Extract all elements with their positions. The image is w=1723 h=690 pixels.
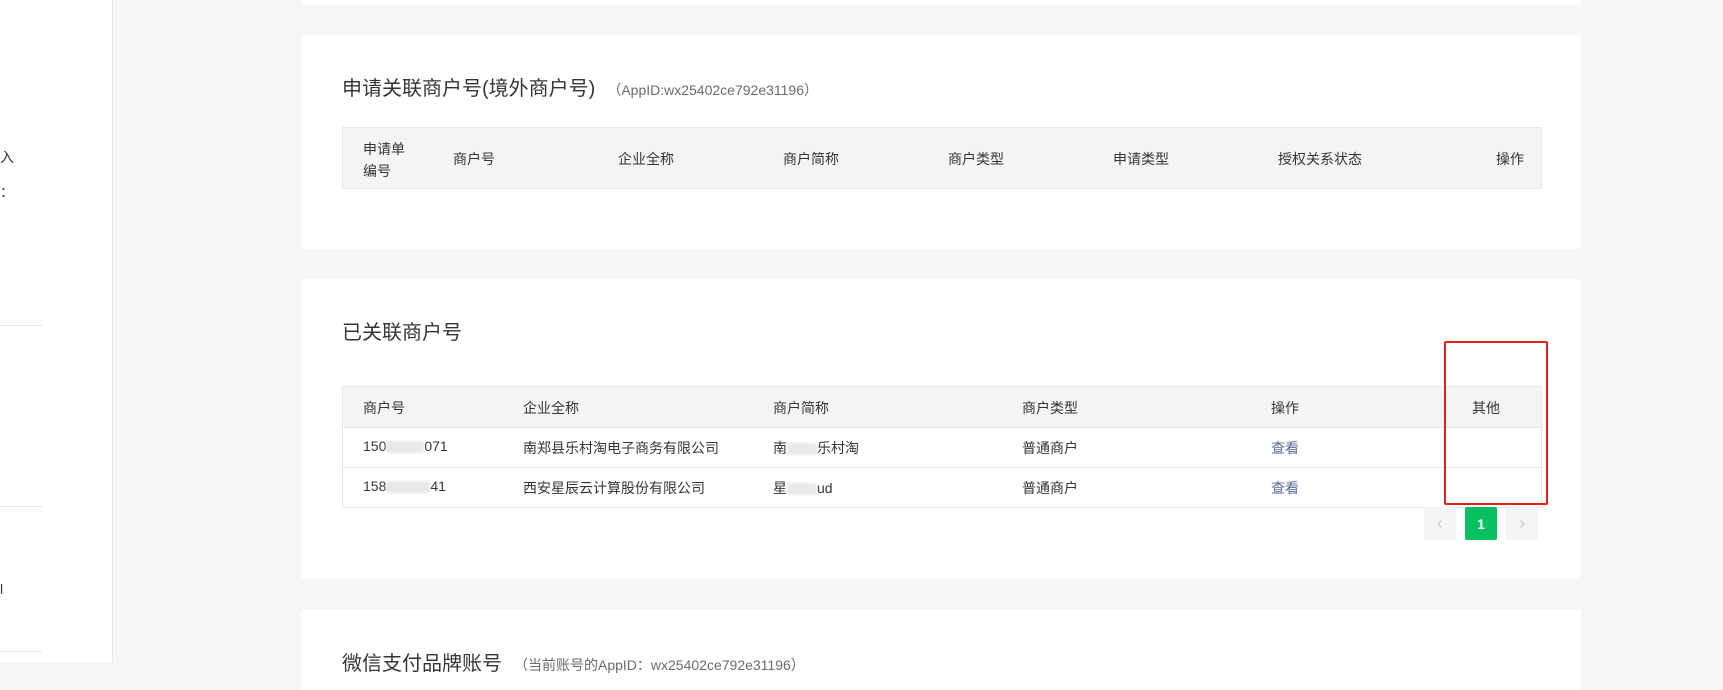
short-name-prefix: 南 — [773, 440, 787, 456]
left-sidebar: 入 ： l — [0, 0, 113, 662]
column-header-application-number: 申请单 编号 — [363, 141, 405, 179]
column-header-apply-type: 申请类型 — [1113, 151, 1169, 167]
next-page-button[interactable] — [1506, 507, 1538, 540]
sidebar-divider — [0, 506, 42, 507]
merchant-id-suffix: 41 — [430, 478, 446, 494]
prev-page-button[interactable] — [1424, 507, 1456, 540]
chevron-right-icon — [1520, 519, 1525, 528]
redacted-mask — [787, 483, 817, 496]
merchant-id-cell: 158 41 — [363, 478, 446, 494]
sidebar-item-fragment[interactable]: l — [0, 581, 3, 597]
redacted-mask — [787, 443, 817, 456]
column-header-company-name: 企业全称 — [523, 400, 579, 416]
column-header-auth-status: 授权关系状态 — [1278, 151, 1362, 167]
short-name-cell: 星 ud — [773, 478, 833, 498]
apply-table: 申请单 编号 商户号 企业全称 商户简称 商户类型 申请类型 授权关系状态 操作 — [342, 127, 1542, 189]
sidebar-item-fragment[interactable]: 入 — [0, 147, 14, 167]
column-header-merchant-type: 商户类型 — [948, 151, 1004, 167]
column-header-short-name: 商户简称 — [773, 400, 829, 416]
table-row: 158 41 西安星辰云计算股份有限公司 星 ud 普通商户 查看 — [343, 467, 1541, 507]
merchant-id-prefix: 150 — [363, 438, 387, 454]
merchant-id-prefix: 158 — [363, 478, 387, 494]
linked-table-header: 商户号 企业全称 商户简称 商户类型 操作 其他 — [343, 387, 1541, 427]
company-name-cell: 西安星辰云计算股份有限公司 — [523, 480, 705, 496]
short-name-cell: 南 乐村淘 — [773, 438, 859, 458]
view-link[interactable]: 查看 — [1271, 478, 1299, 498]
table-row: 150 071 南郑县乐村淘电子商务有限公司 南 乐村淘 普通商户 查看 — [343, 427, 1541, 467]
apply-linked-merchant-card: 申请关联商户号(境外商户号) （AppID:wx25402ce792e31196）… — [301, 35, 1581, 249]
column-header-merchant-id: 商户号 — [363, 400, 405, 416]
merchant-id-suffix: 071 — [424, 438, 448, 454]
column-header-short-name: 商户简称 — [783, 151, 839, 167]
short-name-prefix: 星 — [773, 480, 787, 496]
column-header-merchant-type: 商户类型 — [1022, 400, 1078, 416]
previous-card — [301, 0, 1581, 5]
linked-merchant-card: 已关联商户号 商户号 企业全称 商户简称 商户类型 操作 其他 150 071 南… — [301, 279, 1581, 579]
apply-title-text: 申请关联商户号(境外商户号) — [342, 78, 596, 100]
redacted-mask — [386, 481, 431, 494]
column-header-company-name: 企业全称 — [618, 151, 674, 167]
apply-section-title: 申请关联商户号(境外商户号) （AppID:wx25402ce792e31196） — [342, 72, 818, 101]
linked-section-title: 已关联商户号 — [342, 322, 462, 344]
sidebar-divider — [0, 325, 42, 326]
column-header-other: 其他 — [1472, 400, 1500, 416]
linked-merchant-table: 商户号 企业全称 商户简称 商户类型 操作 其他 150 071 南郑县乐村淘电子… — [342, 386, 1542, 508]
column-header-merchant-id: 商户号 — [453, 151, 495, 167]
apply-appid-note: （AppID:wx25402ce792e31196） — [607, 82, 818, 98]
brand-account-card: 微信支付品牌账号 （当前账号的AppID：wx25402ce792e31196） — [301, 610, 1581, 690]
merchant-id-cell: 150 071 — [363, 438, 448, 454]
chevron-left-icon — [1437, 519, 1442, 528]
sidebar-item-fragment[interactable]: ： — [0, 182, 14, 202]
page-number-button[interactable]: 1 — [1465, 507, 1497, 540]
redacted-mask — [386, 441, 425, 454]
pagination: 1 — [1424, 507, 1538, 541]
short-name-suffix: 乐村淘 — [817, 440, 859, 456]
apply-table-header: 申请单 编号 商户号 企业全称 商户简称 商户类型 申请类型 授权关系状态 操作 — [343, 128, 1541, 188]
short-name-suffix: ud — [817, 480, 833, 496]
merchant-type-cell: 普通商户 — [1022, 440, 1078, 456]
brand-appid-note: （当前账号的AppID：wx25402ce792e31196） — [514, 657, 805, 673]
company-name-cell: 南郑县乐村淘电子商务有限公司 — [523, 440, 719, 456]
sidebar-divider — [0, 651, 42, 652]
view-link[interactable]: 查看 — [1271, 438, 1299, 458]
brand-title-text: 微信支付品牌账号 — [342, 653, 502, 675]
column-header-action: 操作 — [1271, 400, 1299, 416]
column-header-action: 操作 — [1496, 151, 1524, 167]
merchant-type-cell: 普通商户 — [1022, 480, 1078, 496]
